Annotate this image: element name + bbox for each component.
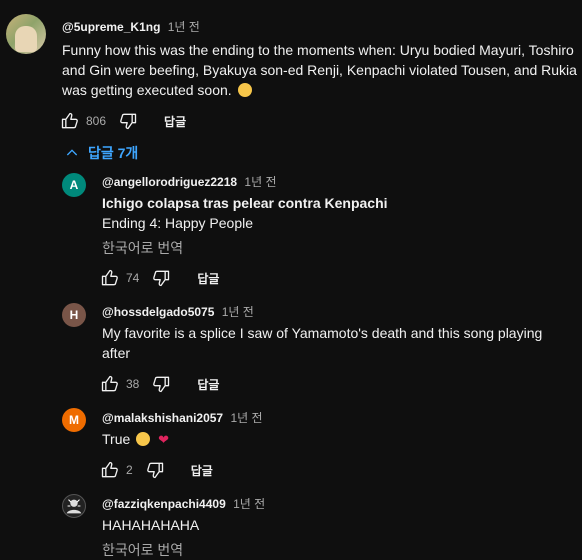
comment-text: My favorite is a splice I saw of Yamamot…	[102, 325, 543, 361]
dislike-button[interactable]	[143, 458, 167, 482]
author-name[interactable]: @fazziqkenpachi4409	[102, 497, 226, 511]
thumbs-up-icon	[101, 269, 118, 286]
author-name[interactable]: @malakshishani2057	[102, 411, 223, 425]
thumbs-up-icon	[101, 461, 118, 478]
timestamp[interactable]: 1년 전	[244, 175, 276, 189]
reply-button[interactable]: 답글	[197, 376, 219, 393]
comment-body: Funny how this was the ending to the mom…	[62, 42, 577, 98]
chevron-up-icon	[66, 149, 78, 156]
author-name[interactable]: @hossdelgado5075	[102, 305, 214, 319]
laughing-emoji-icon	[237, 83, 252, 97]
reply-button[interactable]: 답글	[164, 113, 186, 130]
comment-body: True	[102, 431, 131, 447]
comment-text: True ❤	[102, 429, 169, 450]
avatar[interactable]: M	[62, 408, 86, 432]
thumbs-down-icon	[153, 270, 170, 287]
like-button[interactable]	[58, 109, 82, 133]
dislike-button[interactable]	[149, 372, 173, 396]
like-count: 806	[86, 114, 107, 128]
comment-header: @malakshishani2057 1년 전	[102, 409, 263, 426]
translate-link[interactable]: 한국어로 번역	[102, 540, 183, 560]
avatar-image	[15, 26, 37, 52]
avatar[interactable]	[62, 494, 86, 518]
avatar[interactable]: H	[62, 303, 86, 327]
author-name[interactable]: @angellorodriguez2218	[102, 175, 237, 189]
like-button[interactable]	[98, 266, 122, 290]
comment-actions: 2 답글	[98, 458, 213, 482]
like-count: 2	[126, 463, 133, 477]
comment-text-line: Ending 4: Happy People	[102, 215, 253, 231]
comment-header: @hossdelgado5075 1년 전	[102, 303, 254, 320]
like-button[interactable]	[98, 372, 122, 396]
timestamp[interactable]: 1년 전	[233, 497, 265, 511]
avatar[interactable]	[6, 14, 46, 54]
timestamp[interactable]: 1년 전	[230, 411, 262, 425]
laughing-emoji-icon	[136, 432, 151, 446]
author-name[interactable]: @5upreme_K1ng	[62, 20, 160, 34]
translate-link[interactable]: 한국어로 번역	[102, 238, 183, 258]
replies-toggle[interactable]: 답글 7개	[64, 142, 138, 164]
timestamp[interactable]: 1년 전	[168, 20, 200, 34]
comment-header: @fazziqkenpachi4409 1년 전	[102, 495, 265, 512]
thumbs-down-icon	[153, 376, 170, 393]
avatar-image	[66, 499, 82, 514]
comment-text-line: Ichigo colapsa tras pelear contra Kenpac…	[102, 195, 388, 211]
avatar-letter: H	[69, 308, 79, 322]
thumbs-up-icon	[101, 375, 118, 392]
comment-actions: 806 답글	[58, 109, 186, 133]
timestamp[interactable]: 1년 전	[222, 305, 254, 319]
comment-text: Funny how this was the ending to the mom…	[62, 40, 577, 100]
avatar[interactable]: A	[62, 173, 86, 197]
comment-actions: 74 답글	[98, 266, 219, 290]
avatar-letter: M	[69, 413, 79, 427]
like-count: 74	[126, 271, 140, 285]
like-count: 38	[126, 377, 140, 391]
reply-button[interactable]: 답글	[191, 462, 213, 479]
comment-actions: 38 답글	[98, 372, 219, 396]
avatar-letter: A	[69, 178, 79, 192]
dislike-button[interactable]	[116, 109, 140, 133]
broken-heart-icon: ❤	[158, 432, 169, 447]
thumbs-down-icon	[120, 113, 137, 130]
thumbs-down-icon	[146, 462, 163, 479]
comment-header: @5upreme_K1ng 1년 전	[62, 18, 200, 35]
like-button[interactable]	[98, 458, 122, 482]
comment-header: @angellorodriguez2218 1년 전	[102, 173, 277, 190]
comment-text: HAHAHAHAHA	[102, 517, 200, 533]
dislike-button[interactable]	[149, 266, 173, 290]
thumbs-up-icon	[61, 112, 78, 129]
reply-button[interactable]: 답글	[197, 270, 219, 287]
replies-toggle-label: 답글 7개	[88, 145, 139, 161]
